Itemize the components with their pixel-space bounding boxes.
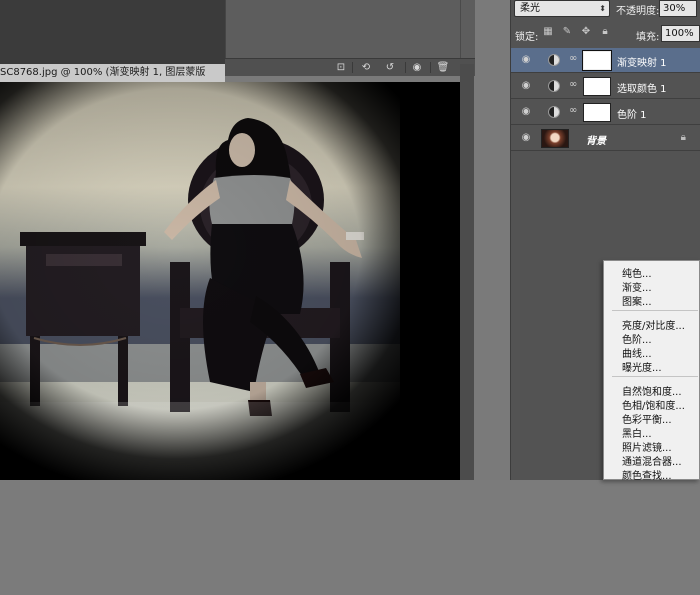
lock-icon: 🔒︎ xyxy=(680,132,686,143)
menu-separator xyxy=(612,376,698,377)
fill-input[interactable]: 100% xyxy=(661,25,700,42)
chain-link-icon[interactable]: ∞ xyxy=(569,105,577,116)
layer-name: 色阶 1 xyxy=(617,110,647,121)
layer-name: 渐变映射 1 xyxy=(617,58,667,69)
layer-row-gradient-map[interactable]: ◉ ∞ 渐变映射 1 xyxy=(511,48,700,73)
adjustment-layer-icon xyxy=(548,106,560,118)
layer-row-levels[interactable]: ◉ ∞ 色阶 1 xyxy=(511,100,700,125)
reset-icon[interactable]: ↺ xyxy=(382,61,398,74)
canvas-photo[interactable] xyxy=(0,82,460,480)
background-thumbnail xyxy=(541,129,569,148)
menu-item-brightness-contrast[interactable]: 亮度/对比度... xyxy=(622,317,685,332)
menu-item-black-white[interactable]: 黑白... xyxy=(622,425,652,440)
chain-link-icon[interactable]: ∞ xyxy=(569,53,577,64)
fill-label: 填充: xyxy=(636,32,660,43)
menu-item-pattern[interactable]: 图案... xyxy=(622,293,652,308)
workspace-top-bg xyxy=(0,0,225,64)
eye-icon[interactable]: ◉ xyxy=(519,106,533,118)
layer-name: 选取颜色 1 xyxy=(617,84,667,95)
workspace-bottom-bg xyxy=(0,480,700,595)
lock-label: 锁定: xyxy=(515,32,539,43)
menu-item-hue-saturation[interactable]: 色相/饱和度... xyxy=(622,397,685,412)
blend-mode-select[interactable]: 柔光 ⬍ xyxy=(514,0,610,17)
layer-name: 背景 xyxy=(586,136,606,147)
layer-row-background[interactable]: ◉ 背景 🔒︎ xyxy=(511,126,700,151)
lock-all-icon[interactable]: 🔒︎ xyxy=(599,26,611,38)
toolbar-separator xyxy=(430,62,431,73)
visibility-icon[interactable]: ◉ xyxy=(409,61,425,74)
toolbar-separator xyxy=(405,62,406,73)
adjustment-layer-icon xyxy=(548,54,560,66)
lock-move-icon[interactable]: ✥ xyxy=(580,26,592,38)
menu-item-photo-filter[interactable]: 照片滤镜... xyxy=(622,439,672,454)
menu-separator xyxy=(612,310,698,311)
updown-arrow-icon: ⬍ xyxy=(599,4,606,13)
lock-brush-icon[interactable]: ✎ xyxy=(561,26,573,38)
layer-mask-thumbnail[interactable] xyxy=(583,77,611,96)
adjustment-layer-icon xyxy=(548,80,560,92)
chain-link-icon[interactable]: ∞ xyxy=(569,79,577,90)
canvas-scrollbar[interactable] xyxy=(460,64,474,480)
opacity-label: 不透明度: xyxy=(616,6,660,17)
layer-mask-thumbnail[interactable] xyxy=(582,50,612,71)
menu-item-solid-color[interactable]: 纯色... xyxy=(622,265,652,280)
opacity-input[interactable]: 30% xyxy=(659,0,697,17)
menu-item-exposure[interactable]: 曝光度... xyxy=(622,359,662,374)
menu-item-curves[interactable]: 曲线... xyxy=(622,345,652,360)
trash-icon[interactable]: 🗑 xyxy=(435,61,451,74)
menu-item-color-balance[interactable]: 色彩平衡... xyxy=(622,411,672,426)
clip-to-layer-icon[interactable]: ⊡ xyxy=(333,61,349,74)
document-title: SC8768.jpg @ 100% (渐变映射 1, 图层蒙版 xyxy=(0,67,206,78)
document-tab[interactable]: SC8768.jpg @ 100% (渐变映射 1, 图层蒙版 xyxy=(0,64,225,82)
layer-row-selective-color[interactable]: ◉ ∞ 选取颜色 1 xyxy=(511,74,700,99)
adjustment-layer-menu: 纯色... 渐变... 图案... 亮度/对比度... 色阶... 曲线... … xyxy=(603,260,700,482)
collapsed-panel xyxy=(225,0,475,60)
toolbar-separator xyxy=(352,62,353,73)
panel-footer-toolbar: ⊡ ⟲ ↺ ◉ 🗑 xyxy=(225,58,475,76)
panel-divider xyxy=(460,0,461,60)
layer-mask-thumbnail[interactable] xyxy=(583,103,611,122)
view-previous-icon[interactable]: ⟲ xyxy=(358,61,374,74)
menu-item-vibrance[interactable]: 自然饱和度... xyxy=(622,383,682,398)
eye-icon[interactable]: ◉ xyxy=(519,54,533,66)
lock-transparent-icon[interactable]: ▦ xyxy=(542,26,554,38)
blend-mode-value: 柔光 xyxy=(520,3,540,14)
menu-item-channel-mixer[interactable]: 通道混合器... xyxy=(622,453,682,468)
menu-item-gradient[interactable]: 渐变... xyxy=(622,279,652,294)
eye-icon[interactable]: ◉ xyxy=(519,80,533,92)
menu-item-levels[interactable]: 色阶... xyxy=(622,331,652,346)
menu-item-color-lookup[interactable]: 颜色查找... xyxy=(622,467,672,482)
eye-icon[interactable]: ◉ xyxy=(519,132,533,144)
